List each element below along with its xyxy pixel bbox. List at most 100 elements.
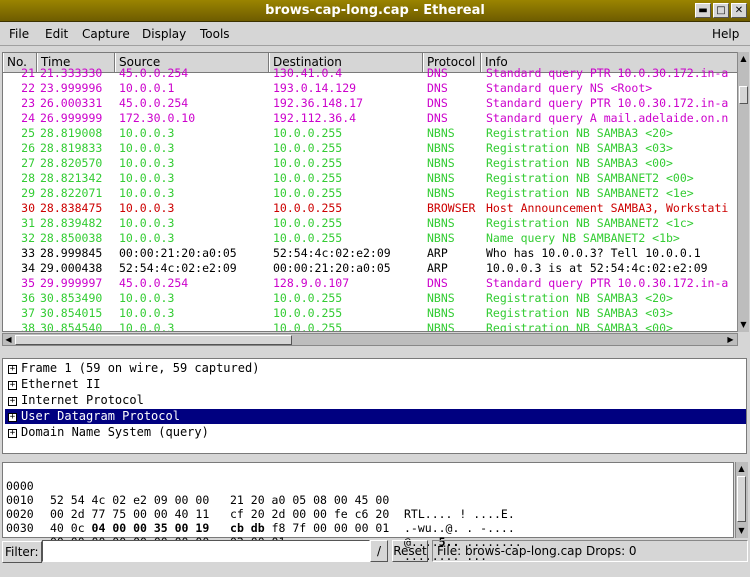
packet-row[interactable]: 25 28.819008 10.0.0.3 10.0.0.255 NBNS Registr… (3, 126, 737, 141)
protocol-tree[interactable]: + Frame 1 (59 on wire, 59 captured) + Ethe… (2, 358, 747, 454)
packet-info: Host Announcement SAMBA3, Workstati (486, 201, 729, 215)
packet-protocol: ARP (427, 246, 448, 260)
filter-input[interactable] (42, 540, 370, 562)
packet-destination: 10.0.0.255 (273, 231, 343, 245)
scroll-left-arrow-icon[interactable]: ◀ (3, 334, 14, 345)
packet-row[interactable]: 38 30.854540 10.0.0.3 10.0.0.255 NBNS Registr… (3, 321, 737, 331)
packet-no: 22 (21, 81, 35, 95)
packet-info: Name query NB SAMBANET2 <1b> (486, 231, 680, 245)
menu-tools[interactable]: Tools (200, 27, 230, 41)
packet-row[interactable]: 22 23.999996 10.0.0.1 193.0.14.129 DNS Standa… (3, 81, 737, 96)
menu-display[interactable]: Display (142, 27, 186, 41)
scroll-thumb[interactable] (739, 86, 748, 104)
filter-dropdown-button[interactable]: / (370, 540, 388, 562)
packet-destination: 193.0.14.129 (273, 81, 357, 95)
menu-bar: File Edit Capture Display Tools Help (0, 22, 750, 46)
packet-time: 29.999997 (40, 276, 103, 290)
packet-row[interactable]: 30 28.838475 10.0.0.3 10.0.0.255 BROWSER Host… (3, 201, 737, 216)
packet-row[interactable]: 32 28.850038 10.0.0.3 10.0.0.255 NBNS Name qu… (3, 231, 737, 246)
packet-protocol: NBNS (427, 156, 455, 170)
expand-plus-icon[interactable]: + (8, 381, 17, 390)
expand-plus-icon[interactable]: + (8, 365, 17, 374)
tree-item-label: Ethernet II (21, 377, 101, 391)
packet-info: Who has 10.0.0.3? Tell 10.0.0.1 (486, 246, 701, 260)
packet-destination: 130.41.0.4 (273, 66, 343, 80)
tree-item-label: Internet Protocol (21, 393, 144, 407)
hex-bytes: 40 0c 04 00 00 35 00 19 cb db f8 7f 00 0… (50, 521, 389, 535)
tree-item-ip[interactable]: + Internet Protocol (5, 393, 746, 408)
packet-info: Registration NB SAMBA3 <03> (486, 306, 673, 320)
tree-item-ethernet[interactable]: + Ethernet II (5, 377, 746, 392)
hex-scrollbar[interactable]: ▲ ▼ (735, 462, 748, 538)
expand-plus-icon[interactable]: + (8, 429, 17, 438)
packet-protocol: DNS (427, 111, 448, 125)
packet-time: 28.819833 (40, 141, 103, 155)
menu-edit[interactable]: Edit (45, 27, 68, 41)
scroll-down-arrow-icon[interactable]: ▼ (736, 525, 747, 536)
packet-row[interactable]: 36 30.853490 10.0.0.3 10.0.0.255 NBNS Registr… (3, 291, 737, 306)
hex-offset: 0030 (6, 521, 34, 535)
tree-item-udp[interactable]: + User Datagram Protocol (5, 409, 746, 424)
minimize-button[interactable]: ▬ (695, 3, 711, 18)
packet-destination: 10.0.0.255 (273, 171, 343, 185)
packet-row[interactable]: 34 29.000438 52:54:4c:02:e2:09 00:00:21:20:… (3, 261, 737, 276)
scroll-up-arrow-icon[interactable]: ▲ (736, 463, 747, 474)
packet-protocol: NBNS (427, 171, 455, 185)
packet-no: 25 (21, 126, 35, 140)
filter-button[interactable]: Filter: (2, 541, 42, 563)
hex-bytes-pre: 40 0c (50, 521, 92, 535)
scroll-up-arrow-icon[interactable]: ▲ (738, 53, 749, 64)
packet-list-hscrollbar[interactable]: ◀ ▶ (2, 333, 738, 346)
menu-file[interactable]: File (9, 27, 29, 41)
packet-row[interactable]: 23 26.000331 45.0.0.254 192.36.148.17 DNS Sta… (3, 96, 737, 111)
hex-line: 0010 00 2d 77 75 00 00 40 11 cf 20 2d 00… (3, 479, 723, 535)
packet-time: 21.333330 (40, 66, 103, 80)
close-button[interactable]: ✕ (731, 3, 747, 18)
packet-destination: 128.9.0.107 (273, 276, 350, 290)
packet-row[interactable]: 31 28.839482 10.0.0.3 10.0.0.255 NBNS Registr… (3, 216, 737, 231)
packet-source: 45.0.0.254 (119, 276, 189, 290)
expand-plus-icon[interactable]: + (8, 413, 17, 422)
packet-row[interactable]: 24 26.999999 172.30.0.10 192.112.36.4 DNS Sta… (3, 111, 737, 126)
packet-row[interactable]: 26 28.819833 10.0.0.3 10.0.0.255 NBNS Registr… (3, 141, 737, 156)
packet-source: 45.0.0.254 (119, 96, 189, 110)
maximize-button[interactable]: □ (713, 3, 729, 18)
packet-no: 35 (21, 276, 35, 290)
tree-item-dns[interactable]: + Domain Name System (query) (5, 425, 746, 440)
scroll-down-arrow-icon[interactable]: ▼ (738, 319, 749, 330)
tree-item-frame[interactable]: + Frame 1 (59 on wire, 59 captured) (5, 361, 746, 376)
packet-destination: 10.0.0.255 (273, 186, 343, 200)
hex-dump-pane[interactable]: 0000 52 54 4c 02 e2 09 00 00 21 20 a0 05… (2, 462, 734, 563)
packet-source: 10.0.0.3 (119, 291, 175, 305)
packet-row[interactable]: 29 28.822071 10.0.0.3 10.0.0.255 NBNS Registr… (3, 186, 737, 201)
menu-capture[interactable]: Capture (82, 27, 130, 41)
packet-no: 33 (21, 246, 35, 260)
packet-row[interactable]: 21 21.333330 45.0.0.254 130.41.0.4 DNS Standa… (3, 66, 737, 81)
packet-list-scrollbar[interactable]: ▲ ▼ (737, 52, 749, 332)
title-bar: brows-cap-long.cap - Ethereal ▬ □ ✕ (0, 0, 750, 22)
packet-time: 28.821342 (40, 171, 103, 185)
packet-source: 10.0.0.3 (119, 231, 175, 245)
packet-row[interactable]: 35 29.999997 45.0.0.254 128.9.0.107 DNS Stand… (3, 276, 737, 291)
packet-no: 36 (21, 291, 35, 305)
packet-no: 26 (21, 141, 35, 155)
packet-info: Registration NB SAMBANET2 <00> (486, 171, 694, 185)
packet-row[interactable]: 37 30.854015 10.0.0.3 10.0.0.255 NBNS Registr… (3, 306, 737, 321)
hscroll-thumb[interactable] (15, 335, 292, 345)
packet-row[interactable]: 28 28.821342 10.0.0.3 10.0.0.255 NBNS Registr… (3, 171, 737, 186)
packet-row[interactable]: 27 28.820570 10.0.0.3 10.0.0.255 NBNS Registr… (3, 156, 737, 171)
packet-protocol: DNS (427, 66, 448, 80)
packet-protocol: ARP (427, 261, 448, 275)
hex-bytes-highlight: 04 00 00 35 00 19 (91, 521, 210, 535)
menu-help[interactable]: Help (712, 27, 739, 41)
scroll-thumb[interactable] (737, 476, 746, 522)
reset-button[interactable]: Reset (392, 540, 428, 562)
packet-list[interactable]: No. Time Source Destination Protocol Inf… (2, 52, 738, 332)
hex-bytes-post: f8 7f 00 00 00 01 (264, 521, 390, 535)
packet-row[interactable]: 33 28.999845 00:00:21:20:a0:05 52:54:4c:02:… (3, 246, 737, 261)
packet-no: 24 (21, 111, 35, 125)
scroll-right-arrow-icon[interactable]: ▶ (725, 334, 736, 345)
expand-plus-icon[interactable]: + (8, 397, 17, 406)
packet-no: 32 (21, 231, 35, 245)
packet-destination: 10.0.0.255 (273, 216, 343, 230)
